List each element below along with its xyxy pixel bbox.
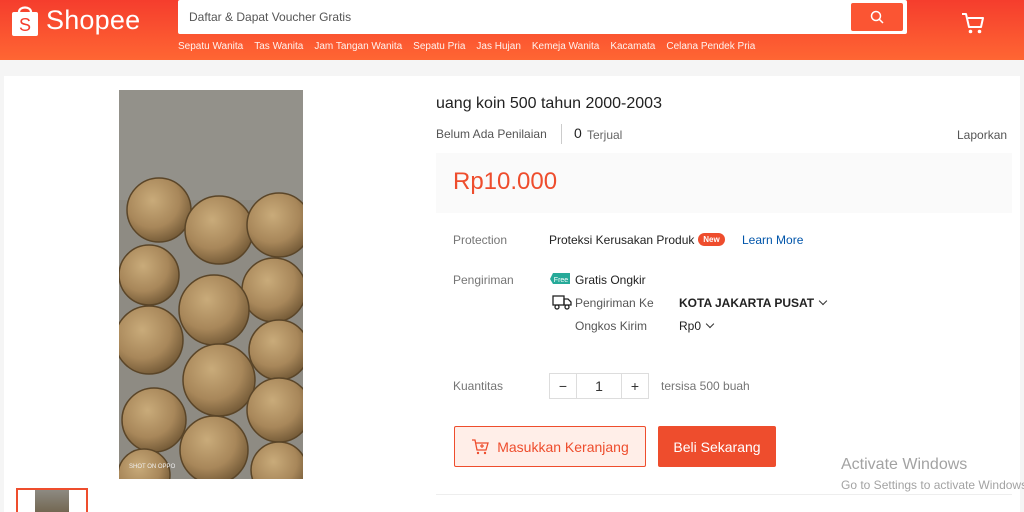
sold-label: Terjual [587, 128, 623, 142]
image-thumbnail[interactable] [16, 488, 88, 512]
chevron-down-icon [818, 296, 828, 306]
ship-to-dropdown[interactable]: KOTA JAKARTA PUSAT [679, 296, 828, 310]
product-title: uang koin 500 tahun 2000-2003 [436, 95, 662, 112]
shopee-bag-icon: S [12, 6, 38, 36]
free-icon-text: Free [554, 277, 569, 284]
suggestion-link[interactable]: Jam Tangan Wanita [314, 41, 402, 52]
chevron-down-icon [705, 319, 715, 329]
shipping-cost-value: Rp0 [679, 319, 702, 333]
activate-windows-title: Activate Windows [841, 456, 968, 473]
rating-text: Belum Ada Penilaian [436, 127, 547, 141]
ship-to-label: Pengiriman Ke [575, 296, 654, 310]
protection-label: Protection [453, 233, 508, 247]
divider [561, 124, 562, 144]
product-price: Rp10.000 [453, 168, 558, 195]
stock-text: tersisa 500 buah [661, 379, 750, 393]
divider [436, 494, 1012, 495]
cart-icon[interactable] [960, 10, 986, 36]
suggestion-link[interactable]: Jas Hujan [476, 41, 520, 52]
shipping-cost-dropdown[interactable]: Rp0 [679, 319, 715, 333]
shipping-label: Pengiriman [453, 273, 514, 287]
shopee-logo[interactable]: S Shopee [10, 3, 140, 37]
report-link[interactable]: Laporkan [957, 128, 1007, 142]
search-suggestions: Sepatu Wanita Tas Wanita Jam Tangan Wani… [178, 41, 755, 52]
truck-icon [552, 295, 572, 310]
suggestion-link[interactable]: Kacamata [610, 41, 655, 52]
suggestion-link[interactable]: Sepatu Pria [413, 41, 465, 52]
search-icon [870, 10, 884, 24]
search-input[interactable]: Daftar & Dapat Voucher Gratis [180, 10, 851, 24]
camera-watermark: SHOT ON OPPO [129, 464, 176, 470]
buy-now-button[interactable]: Beli Sekarang [658, 426, 776, 467]
free-shipping-text: Gratis Ongkir [575, 273, 646, 287]
top-header: S Shopee Daftar & Dapat Voucher Gratis S… [0, 0, 1024, 60]
search-button[interactable] [851, 3, 903, 31]
ship-to-value: KOTA JAKARTA PUSAT [679, 296, 815, 310]
add-to-cart-icon [472, 438, 490, 454]
quantity-input[interactable]: 1 [576, 374, 622, 398]
quantity-label: Kuantitas [453, 379, 504, 393]
thumbnail-image [35, 490, 69, 512]
svg-text:S: S [19, 15, 31, 35]
suggestion-link[interactable]: Tas Wanita [254, 41, 303, 52]
free-shipping-icon: Free [550, 273, 570, 284]
quantity-stepper[interactable]: − 1 + [549, 373, 649, 399]
activate-windows-subtitle: Go to Settings to activate Windows. [841, 478, 1024, 492]
decrease-button[interactable]: − [550, 374, 576, 398]
suggestion-link[interactable]: Sepatu Wanita [178, 41, 243, 52]
suggestion-link[interactable]: Celana Pendek Pria [666, 41, 755, 52]
add-to-cart-label: Masukkan Keranjang [497, 438, 629, 455]
protection-value: Proteksi Kerusakan Produk [549, 233, 695, 247]
new-badge: New [698, 233, 725, 246]
suggestion-link[interactable]: Kemeja Wanita [532, 41, 599, 52]
increase-button[interactable]: + [622, 374, 648, 398]
sold-count: 0 [574, 125, 582, 141]
shipping-cost-label: Ongkos Kirim [575, 319, 648, 333]
learn-more-link[interactable]: Learn More [742, 233, 803, 247]
add-to-cart-button[interactable]: Masukkan Keranjang [454, 426, 646, 467]
product-image[interactable] [119, 90, 303, 479]
search-bar[interactable]: Daftar & Dapat Voucher Gratis [178, 0, 907, 34]
logo-wordmark: Shopee [46, 4, 141, 35]
